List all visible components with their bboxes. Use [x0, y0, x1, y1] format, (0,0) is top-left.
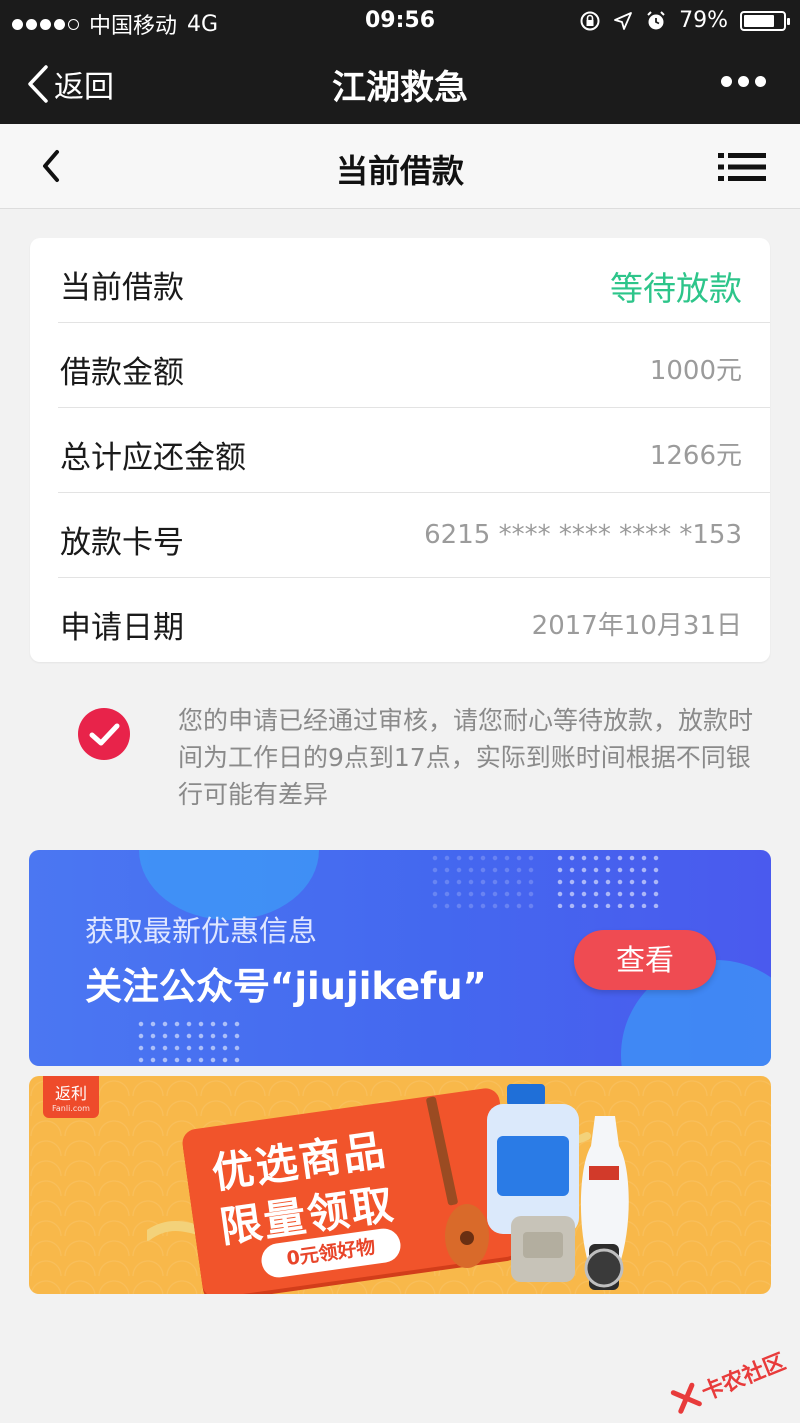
- row-label: 放款卡号: [60, 525, 184, 561]
- row-label: 当前借款: [60, 270, 184, 306]
- watermark: 卡农社区: [668, 1344, 789, 1418]
- backpack-image: [511, 1216, 575, 1282]
- menu-list-icon[interactable]: [718, 152, 766, 186]
- orientation-lock-icon: [580, 11, 600, 30]
- loan-info-card: 当前借款 等待放款 借款金额 1000元 总计应还金额 1266元 放款卡号 6…: [30, 238, 770, 662]
- loan-row-amount: 借款金额 1000元: [58, 323, 770, 408]
- decor-dots: [429, 852, 539, 912]
- loan-row-total-repay: 总计应还金额 1266元: [58, 408, 770, 493]
- ukulele-image: [426, 1096, 489, 1268]
- row-label: 借款金额: [60, 355, 184, 391]
- logo-text: 返利: [54, 1084, 87, 1103]
- loan-amount-value: 1000元: [649, 356, 742, 386]
- battery-percent: 79%: [679, 8, 728, 33]
- logo-subtext: Fanli.com: [52, 1104, 90, 1113]
- watermark-logo-icon: [670, 1382, 702, 1414]
- banner-subtitle: 获取最新优惠信息: [85, 914, 318, 948]
- page-title: 当前借款: [335, 152, 464, 190]
- total-repay-value: 1266元: [649, 441, 742, 471]
- decor-dots: [554, 852, 662, 908]
- check-circle-icon: [78, 708, 130, 760]
- fanli-logo: 返利 Fanli.com: [43, 1076, 99, 1118]
- page-header: 当前借款: [0, 124, 800, 209]
- decor-dots: [135, 1018, 243, 1066]
- alarm-icon: [647, 10, 665, 29]
- loan-row-card-number: 放款卡号 6215 **** **** **** *153: [58, 493, 770, 578]
- card-number-value: 6215 **** **** **** *153: [424, 520, 742, 550]
- row-label: 申请日期: [60, 610, 184, 646]
- loan-status-value: 等待放款: [610, 269, 742, 308]
- shampoo-bottle-image: [580, 1116, 629, 1266]
- status-bar: 中国移动 4G 09:56 79%: [0, 0, 800, 42]
- notice-text: 您的申请已经通过审核，请您耐心等待放款，放款时间为工作日的9点到17点，实际到账…: [178, 706, 754, 809]
- apply-date-value: 2017年10月31日: [531, 611, 742, 641]
- products-illustration: [426, 1084, 629, 1290]
- watch-image: [584, 1244, 624, 1290]
- wechat-follow-banner[interactable]: 获取最新优惠信息 关注公众号“jiujikefu” 查看: [29, 850, 771, 1066]
- nav-bar: 返回 江湖救急: [0, 42, 800, 124]
- loan-row-apply-date: 申请日期 2017年10月31日: [58, 578, 770, 663]
- watermark-text: 卡农社区: [698, 1349, 790, 1406]
- view-button[interactable]: 查看: [574, 930, 716, 990]
- more-options-icon[interactable]: [721, 76, 766, 87]
- nav-title: 江湖救急: [332, 68, 468, 108]
- battery-icon: [740, 10, 790, 31]
- detergent-bottle-image: [487, 1084, 579, 1234]
- promo-banner[interactable]: 返利 Fanli.com 优选商品 限量领取 0元领好物: [29, 1076, 771, 1294]
- loan-row-status: 当前借款 等待放款: [58, 238, 770, 323]
- location-arrow-icon: [614, 11, 632, 30]
- banner-title: 关注公众号“jiujikefu”: [85, 965, 487, 1008]
- row-label: 总计应还金额: [60, 440, 246, 476]
